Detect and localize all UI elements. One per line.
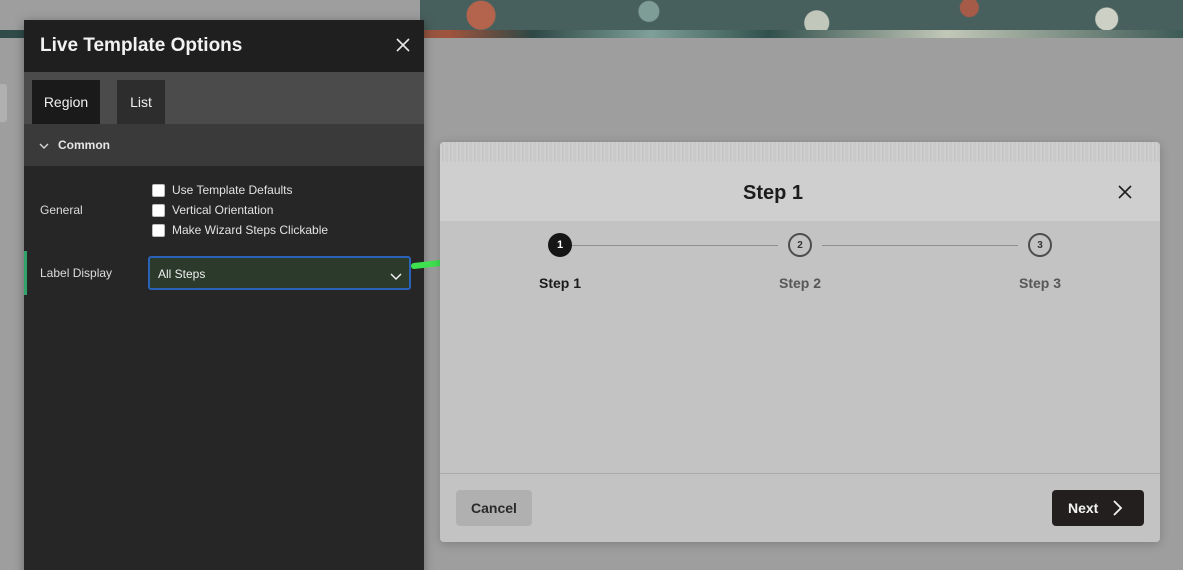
live-template-options-dialog: Live Template Options Region List Common… (24, 20, 424, 570)
chevron-down-icon (38, 139, 50, 151)
checkbox-label: Make Wizard Steps Clickable (172, 223, 329, 237)
chevron-right-icon (1110, 500, 1124, 516)
checkbox-make-wizard-steps-clickable[interactable]: Make Wizard Steps Clickable (152, 222, 328, 238)
checkbox-label: Vertical Orientation (172, 203, 274, 217)
wizard-header: Step 1 (440, 162, 1160, 221)
active-row-marker (24, 251, 27, 295)
step-1-marker: 1 (548, 233, 572, 257)
step-2-marker: 2 (788, 233, 812, 257)
close-icon[interactable] (392, 34, 414, 56)
next-button[interactable]: Next (1052, 490, 1144, 526)
checkbox-vertical-orientation[interactable]: Vertical Orientation (152, 202, 273, 218)
checkbox-use-template-defaults[interactable]: Use Template Defaults (152, 182, 293, 198)
checkbox[interactable] (152, 183, 165, 197)
next-button-label: Next (1068, 500, 1099, 516)
dialog-top-texture (440, 142, 1160, 162)
progress-connector (822, 245, 1018, 246)
step-2-label: Step 2 (778, 275, 821, 291)
select-value: All Steps (158, 267, 206, 281)
checkbox[interactable] (152, 223, 165, 237)
label-display-select[interactable]: All Steps (148, 256, 411, 290)
step-3-label: Step 3 (1018, 275, 1061, 291)
tab-region[interactable]: Region (32, 80, 100, 124)
label-display-label: Label Display (40, 266, 113, 280)
dialog-header: Live Template Options (24, 20, 424, 72)
cancel-button[interactable]: Cancel (456, 490, 532, 526)
step-1-label: Step 1 (538, 275, 581, 291)
wizard-footer: Cancel Next (440, 473, 1160, 542)
general-label: General (40, 203, 83, 217)
chevron-down-icon (390, 269, 402, 281)
tab-bar: Region List (24, 72, 424, 124)
wizard-progress: 1 2 3 Step 1 Step 2 Step 3 (440, 221, 1160, 301)
page-side-tab (0, 84, 7, 122)
tab-list[interactable]: List (117, 80, 165, 124)
dialog-title: Live Template Options (40, 35, 243, 56)
checkbox-label: Use Template Defaults (172, 183, 293, 197)
step-3-marker: 3 (1028, 233, 1052, 257)
close-icon[interactable] (1116, 183, 1134, 201)
progress-connector (572, 245, 778, 246)
section-label: Common (58, 138, 110, 152)
wizard-title: Step 1 (742, 182, 804, 204)
checkbox[interactable] (152, 203, 165, 217)
section-common[interactable]: Common (24, 124, 424, 166)
wizard-dialog: Step 1 1 2 3 Step 1 Step 2 Step 3 Cancel… (440, 142, 1160, 542)
